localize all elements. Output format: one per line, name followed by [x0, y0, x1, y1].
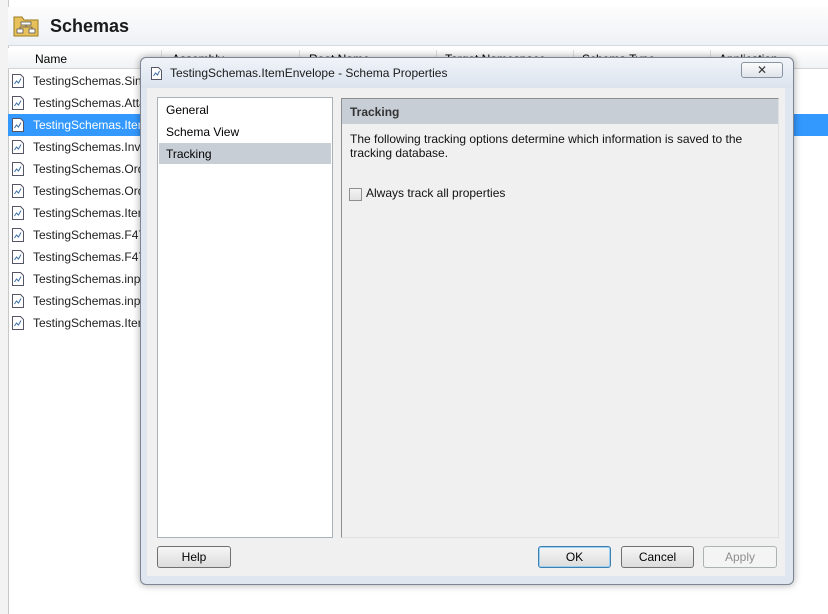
- nav-item-tracking[interactable]: Tracking: [159, 143, 331, 164]
- schema-name: TestingSchemas.input: [33, 294, 151, 308]
- nav-item-label: General: [166, 103, 209, 117]
- help-button[interactable]: Help: [157, 546, 231, 568]
- schema-name: TestingSchemas.Item: [33, 316, 148, 330]
- schemas-window: Schemas Name Assembly Root Name Target N…: [0, 0, 828, 614]
- schema-file-icon: [12, 118, 24, 132]
- nav-item-schema-view[interactable]: Schema View: [159, 121, 331, 142]
- property-nav: General Schema View Tracking: [157, 97, 333, 538]
- schema-file-icon: [12, 316, 24, 330]
- dialog-body: General Schema View Tracking Tracking Th…: [147, 88, 785, 576]
- nav-item-general[interactable]: General: [159, 99, 331, 120]
- schema-name: TestingSchemas.input: [33, 272, 151, 286]
- schema-name: TestingSchemas.F470: [33, 228, 152, 242]
- schema-name: TestingSchemas.Attac: [33, 96, 152, 110]
- schema-name: TestingSchemas.Order: [33, 162, 156, 176]
- schema-name: TestingSchemas.Items: [33, 206, 154, 220]
- schema-file-icon: [12, 228, 24, 242]
- schemas-header: Schemas: [8, 7, 828, 46]
- tracking-panel: Tracking The following tracking options …: [341, 98, 779, 538]
- page-title: Schemas: [50, 16, 130, 36]
- schema-properties-dialog: TestingSchemas.ItemEnvelope - Schema Pro…: [140, 57, 794, 585]
- schema-file-icon: [12, 250, 24, 264]
- schema-name: TestingSchemas.Invoic: [33, 140, 156, 154]
- apply-button[interactable]: Apply: [703, 546, 777, 568]
- schema-file-icon: [12, 272, 24, 286]
- always-track-label[interactable]: Always track all properties: [366, 186, 505, 200]
- schema-folder-icon: [13, 16, 39, 37]
- schema-name: TestingSchemas.ItemE: [33, 118, 156, 132]
- always-track-checkbox[interactable]: [349, 188, 362, 201]
- schema-file-icon: [12, 184, 24, 198]
- close-icon[interactable]: ✕: [741, 62, 783, 78]
- schema-name: TestingSchemas.Order: [33, 184, 156, 198]
- schema-file-icon: [12, 74, 24, 88]
- panel-description: The following tracking options determine…: [350, 132, 743, 160]
- dialog-title: TestingSchemas.ItemEnvelope - Schema Pro…: [170, 66, 448, 80]
- schema-file-icon: [12, 294, 24, 308]
- schema-file-icon: [12, 162, 24, 176]
- schema-file-icon: [12, 96, 24, 110]
- nav-item-label: Schema View: [166, 125, 240, 139]
- schema-file-icon: [12, 206, 24, 220]
- column-header-name[interactable]: Name: [35, 52, 67, 66]
- panel-header: Tracking: [342, 99, 778, 124]
- dialog-titlebar[interactable]: TestingSchemas.ItemEnvelope - Schema Pro…: [141, 58, 793, 88]
- schema-file-icon: [12, 140, 24, 154]
- schema-name: TestingSchemas.F470: [33, 250, 152, 264]
- ok-button[interactable]: OK: [538, 546, 611, 568]
- cancel-button[interactable]: Cancel: [621, 546, 694, 568]
- schema-file-icon: [151, 67, 162, 80]
- panel-heading: Tracking: [350, 105, 400, 119]
- nav-item-label: Tracking: [166, 147, 212, 161]
